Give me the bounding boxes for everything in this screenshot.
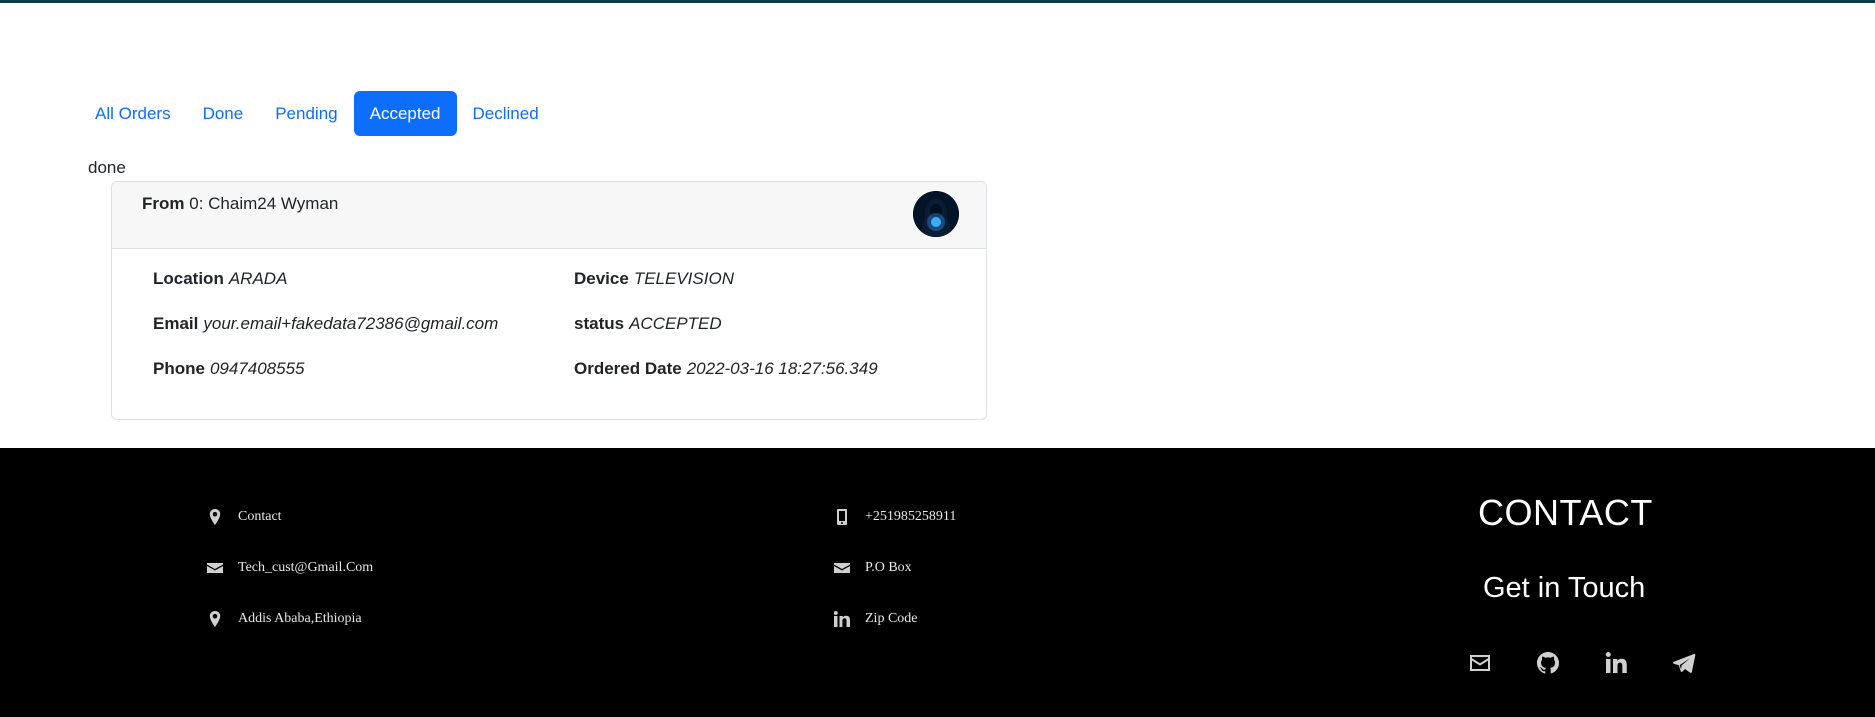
order-filter-tabs: All Orders Done Pending Accepted Decline… [80,91,555,136]
ordered-date-value: 2022-03-16 18:27:56.349 [686,359,878,378]
tab-all-orders[interactable]: All Orders [80,91,187,136]
footer-phone-text: +251985258911 [865,509,957,524]
footer-zipcode-item: Zip Code [834,611,918,627]
device-value: TELEVISION [633,269,734,288]
phone-key: Phone [153,359,205,378]
phone-value: 0947408555 [209,359,305,378]
map-marker-icon [207,509,223,525]
from-name: Chaim24 Wyman [208,194,339,213]
ordered-date-field: Ordered Date 2022-03-16 18:27:56.349 [574,359,878,379]
order-card: From 0: Chaim24 Wyman Location ARADA Emai… [111,181,987,420]
tab-declined[interactable]: Declined [457,91,555,136]
tab-accepted[interactable]: Accepted [353,91,457,136]
mobile-phone-icon [834,509,850,525]
email-key: Email [153,314,199,333]
envelope-icon[interactable] [1467,650,1493,676]
order-from: From 0: Chaim24 Wyman [142,194,339,213]
avatar[interactable] [913,191,959,237]
envelope-icon [207,560,223,576]
section-label: done [88,158,126,177]
footer-pobox-item: P.O Box [834,560,912,576]
footer-address-text: Addis Ababa,Ethiopia [238,611,362,626]
linkedin-icon[interactable] [1603,650,1629,676]
footer: Contact Tech_cust@Gmail.Com Addis Ababa,… [0,448,1875,717]
footer-zipcode-text: Zip Code [865,611,918,626]
order-card-body: Location ARADA Email your.email+fakedata72… [112,249,986,419]
social-links [1467,650,1739,676]
footer-contact-item[interactable]: Contact [207,509,282,525]
footer-contact-text: Contact [238,509,282,524]
footer-email-item[interactable]: Tech_cust@Gmail.Com [207,560,373,576]
map-marker-icon [207,611,223,627]
location-value: ARADA [228,269,288,288]
github-icon[interactable] [1535,650,1561,676]
telegram-icon[interactable] [1671,650,1697,676]
status-field: status ACCEPTED [574,314,722,334]
from-index: 0 [189,194,199,213]
phone-field: Phone 0947408555 [153,359,305,379]
from-key: From [142,194,185,213]
footer-phone-item[interactable]: +251985258911 [834,509,956,525]
footer-address-item: Addis Ababa,Ethiopia [207,611,362,627]
get-in-touch-heading: Get in Touch [1483,572,1646,604]
top-divider [0,0,1875,3]
linkedin-icon [834,611,850,627]
ordered-date-key: Ordered Date [574,359,682,378]
contact-heading: CONTACT [1478,492,1653,533]
status-value: ACCEPTED [629,314,722,333]
location-key: Location [153,269,224,288]
device-key: Device [574,269,629,288]
footer-email-text: Tech_cust@Gmail.Com [238,560,374,575]
envelope-icon [834,560,850,576]
device-field: Device TELEVISION [574,269,734,289]
footer-pobox-text: P.O Box [865,560,912,575]
status-key: status [574,314,625,333]
order-card-header: From 0: Chaim24 Wyman [112,182,986,249]
location-field: Location ARADA [153,269,287,289]
email-value: your.email+fakedata72386@gmail.com [203,314,499,333]
email-field: Email your.email+fakedata72386@gmail.com [153,314,498,334]
tab-done[interactable]: Done [187,91,260,136]
tab-pending[interactable]: Pending [259,91,353,136]
